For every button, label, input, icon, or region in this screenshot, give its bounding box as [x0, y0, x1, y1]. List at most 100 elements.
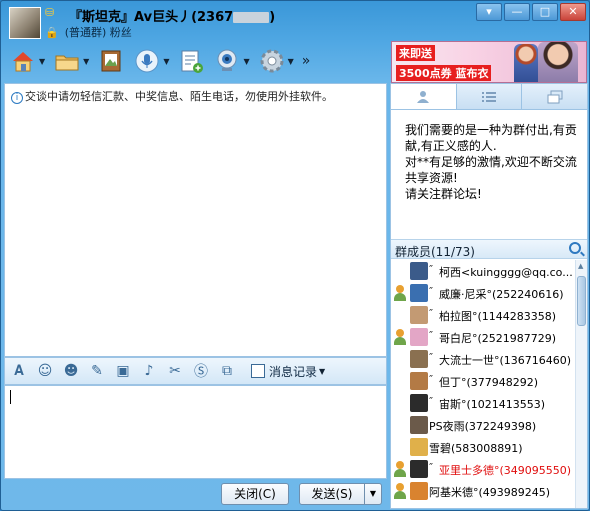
members-header: 群成员(11/73)	[391, 239, 587, 259]
close-window-button[interactable]: ✕	[560, 3, 586, 21]
member-avatar	[410, 262, 428, 280]
send-button[interactable]: 发送(S)	[299, 483, 365, 505]
font-icon[interactable]: 𝐀	[9, 361, 29, 381]
member-name: 柯西<kuingggg@qq.co...	[439, 266, 573, 279]
member-quote-mark: ″	[429, 461, 434, 474]
members-title: 群成员(11/73)	[395, 245, 475, 259]
message-area[interactable]: i 交谈中请勿轻信汇款、中奖信息、陌生电话，勿使用外挂软件。	[4, 83, 387, 357]
title-text: 『斯坦克』Av巨头丿(2367	[69, 10, 234, 25]
menu-button[interactable]: ▾	[476, 3, 502, 21]
ad-banner[interactable]: 来即送 3500点券 蓝布衣	[391, 41, 587, 83]
banner-character-icon	[538, 42, 578, 82]
group-home-button[interactable]: ▼	[7, 45, 47, 77]
warning-text: 交谈中请勿轻信汇款、中奖信息、陌生电话，勿使用外挂软件。	[25, 90, 333, 103]
group-chat-icon: ⛁	[45, 6, 55, 19]
text-cursor	[10, 390, 11, 404]
member-row[interactable]: ″ 威廉·尼采°(252240616)	[391, 282, 575, 304]
member-row[interactable]: ″ 柏拉图°(1144283358)	[391, 304, 575, 326]
member-role-icon	[393, 461, 407, 477]
magic-emoji-icon[interactable]: ☻	[61, 361, 81, 381]
screenshot-icon[interactable]: ✂	[165, 361, 185, 381]
panel-tabs	[391, 84, 587, 110]
settings-button[interactable]: ▼	[256, 45, 296, 77]
banner-line2: 3500点券 蓝布衣	[396, 65, 492, 81]
tab-list[interactable]	[457, 84, 523, 109]
member-avatar	[410, 416, 428, 434]
member-quote-mark: ″	[429, 395, 434, 408]
member-quote-mark: ″	[429, 285, 434, 298]
member-row[interactable]: ″ 柯西<kuingggg@qq.co...	[391, 260, 575, 282]
close-button[interactable]: 关闭(C)	[221, 483, 289, 505]
video-button[interactable]: ▼	[211, 45, 251, 77]
video-icon	[213, 47, 241, 75]
member-avatar	[410, 372, 428, 390]
member-row[interactable]: 阿基米德°(493989245)	[391, 480, 575, 502]
member-row[interactable]: ″ 宙斯°(1021413553)	[391, 392, 575, 414]
member-quote-mark: ″	[429, 351, 434, 364]
minimize-button[interactable]: —	[504, 3, 530, 21]
group-sub[interactable]: 粉丝	[110, 26, 132, 39]
list-icon	[482, 91, 496, 102]
member-avatar	[410, 306, 428, 324]
member-name: 亚里士多德°(349095550)	[439, 464, 572, 477]
emoji-icon[interactable]: ☺	[35, 361, 55, 381]
chevron-down-icon[interactable]: ▼	[163, 57, 169, 66]
album-icon	[97, 47, 125, 75]
member-name: 但丁°(377948292)	[439, 376, 539, 389]
banner-character-icon	[514, 44, 538, 82]
member-row[interactable]: ″ 哥白尼°(2521987729)	[391, 326, 575, 348]
lock-icon: 🔒	[45, 26, 59, 39]
send-options-button[interactable]: ▼	[364, 483, 382, 505]
member-avatar	[410, 328, 428, 346]
member-name: 宙斯°(1021413553)	[439, 398, 546, 411]
chevron-down-icon[interactable]: ▼	[288, 57, 294, 66]
member-avatar	[410, 482, 428, 500]
title-suffix: )	[269, 10, 276, 25]
group-app-button[interactable]	[175, 45, 207, 77]
member-row[interactable]: ″ 大流士一世°(136716460)	[391, 348, 575, 370]
member-row[interactable]: ″ 但丁°(377948292)	[391, 370, 575, 392]
tab-announcement[interactable]	[391, 84, 457, 109]
member-row[interactable]: PS夜雨(372249398)	[391, 414, 575, 436]
windows-icon	[547, 90, 563, 103]
chevron-down-icon[interactable]: ▼	[83, 57, 89, 66]
member-name: 哥白尼°(2521987729)	[439, 332, 557, 345]
maximize-button[interactable]: □	[532, 3, 558, 21]
group-info-panel: 我们需要的是一种为群付出,有贡献,有正义感的人. 对**有足够的激情,欢迎不断交…	[390, 83, 588, 509]
message-history-button[interactable]: 消息记录 ▼	[251, 363, 325, 380]
scroll-up-icon[interactable]: ▲	[578, 262, 583, 270]
share-folder-button[interactable]: ▼	[51, 45, 91, 77]
group-home-icon	[9, 47, 37, 75]
masked-id	[233, 12, 270, 23]
search-icon[interactable]	[569, 242, 581, 254]
security-warning: i 交谈中请勿轻信汇款、中奖信息、陌生电话，勿使用外挂软件。	[11, 88, 333, 104]
sogou-icon[interactable]: Ⓢ	[191, 361, 211, 381]
banner-line1: 来即送	[396, 45, 435, 61]
more-tools-button[interactable]: »	[302, 53, 311, 69]
member-name: PS夜雨(372249398)	[429, 420, 537, 433]
music-icon[interactable]: ♪	[139, 361, 159, 381]
bottom-bar: 关闭(C) 发送(S) ▼	[4, 479, 387, 509]
announcement-icon	[417, 90, 430, 103]
chat-window: ⛁ 『斯坦克』Av巨头丿(2367) 🔒 (普通群) 粉丝 ▾ — □ ✕ 来即送…	[0, 0, 590, 511]
group-type: (普通群)	[64, 26, 107, 39]
tab-windows[interactable]	[522, 84, 587, 109]
group-avatar[interactable]	[9, 7, 41, 39]
chevron-down-icon[interactable]: ▼	[243, 57, 249, 66]
remote-icon[interactable]: ⧉	[217, 361, 237, 381]
member-avatar	[410, 438, 428, 456]
chevron-down-icon[interactable]: ▼	[39, 57, 45, 66]
scroll-thumb[interactable]	[577, 276, 586, 326]
history-icon	[251, 364, 265, 378]
voice-chat-button[interactable]: ▼	[131, 45, 171, 77]
window-controls: ▾ — □ ✕	[476, 3, 586, 21]
doodle-icon[interactable]: ✎	[87, 361, 107, 381]
voice-chat-icon	[133, 47, 161, 75]
member-row[interactable]: ″ 亚里士多德°(349095550)	[391, 458, 575, 480]
member-scrollbar[interactable]: ▲	[575, 260, 587, 508]
member-row[interactable]: 雪碧(583008891)	[391, 436, 575, 458]
chevron-down-icon: ▼	[319, 366, 326, 376]
image-icon[interactable]: ▣	[113, 361, 133, 381]
message-input[interactable]	[4, 385, 387, 479]
album-button[interactable]	[95, 45, 127, 77]
